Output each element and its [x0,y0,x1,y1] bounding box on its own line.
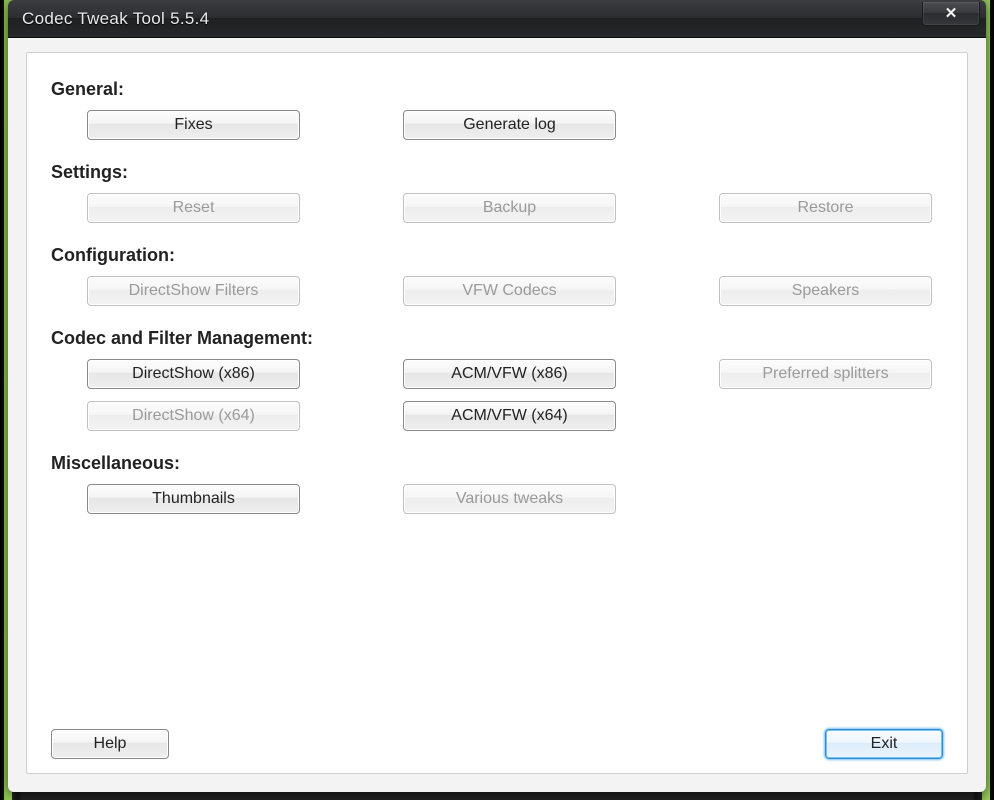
acmvfw-x64-button[interactable]: ACM/VFW (x64) [403,401,616,431]
generate-log-button[interactable]: Generate log [403,110,616,140]
row-settings: Reset Backup Restore [87,193,943,223]
row-general: Fixes Generate log [87,110,943,140]
exit-button[interactable]: Exit [825,729,943,759]
client-area: General: Fixes Generate log Settings: Re… [26,52,968,774]
section-configuration-label: Configuration: [51,245,943,266]
help-button[interactable]: Help [51,729,169,759]
speakers-button: Speakers [719,276,932,306]
section-general-label: General: [51,79,943,100]
reset-button: Reset [87,193,300,223]
thumbnails-button[interactable]: Thumbnails [87,484,300,514]
close-icon: ✕ [945,6,958,22]
row-configuration: DirectShow Filters VFW Codecs Speakers [87,276,943,306]
backup-button: Backup [403,193,616,223]
window-controls: ✕ [922,0,986,37]
footer: Help Exit [51,729,943,759]
vfw-codecs-button: VFW Codecs [403,276,616,306]
row-codec-1: DirectShow (x86) ACM/VFW (x86) Preferred… [87,359,943,389]
section-settings-label: Settings: [51,162,943,183]
preferred-splitters-button: Preferred splitters [719,359,932,389]
directshow-x86-button[interactable]: DirectShow (x86) [87,359,300,389]
directshow-filters-button: DirectShow Filters [87,276,300,306]
section-misc-label: Miscellaneous: [51,453,943,474]
close-button[interactable]: ✕ [922,2,980,26]
restore-button: Restore [719,193,932,223]
titlebar: Codec Tweak Tool 5.5.4 ✕ [8,0,986,38]
fixes-button[interactable]: Fixes [87,110,300,140]
acmvfw-x86-button[interactable]: ACM/VFW (x86) [403,359,616,389]
app-window: Codec Tweak Tool 5.5.4 ✕ General: Fixes … [8,0,986,792]
various-tweaks-button: Various tweaks [403,484,616,514]
section-codec-filter-label: Codec and Filter Management: [51,328,943,349]
directshow-x64-button: DirectShow (x64) [87,401,300,431]
row-codec-2: DirectShow (x64) ACM/VFW (x64) [87,401,943,431]
window-title: Codec Tweak Tool 5.5.4 [22,9,209,29]
row-misc: Thumbnails Various tweaks [87,484,943,514]
